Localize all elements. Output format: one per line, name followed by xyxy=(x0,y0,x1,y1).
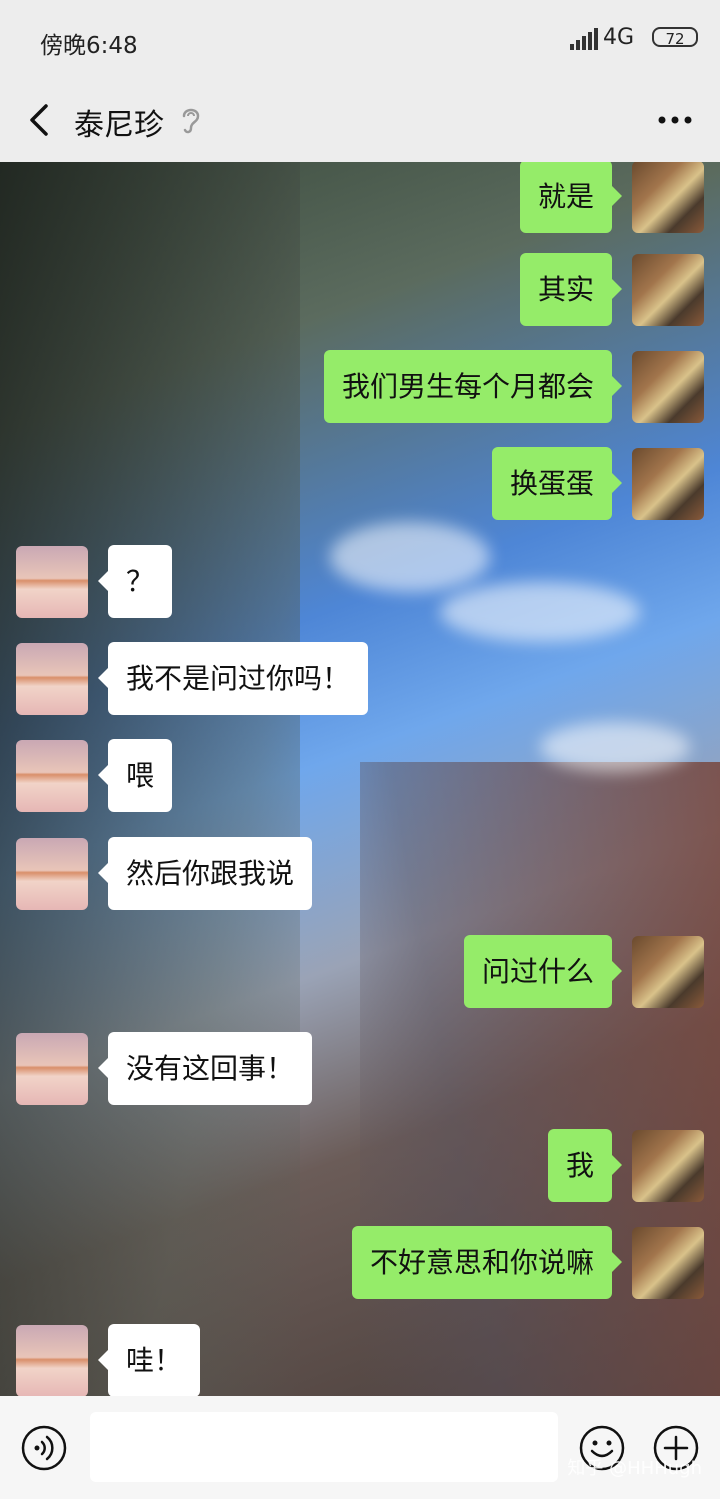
chat-background-building-right xyxy=(360,762,720,1396)
avatar[interactable] xyxy=(632,162,704,233)
chat-title: 泰尼珍 xyxy=(74,108,164,143)
message-bubble[interactable]: 就是 xyxy=(519,162,623,233)
message-row: 换蛋蛋 xyxy=(491,447,704,520)
message-bubble[interactable]: 问过什么 xyxy=(463,935,623,1008)
message-row: 喂 xyxy=(16,739,173,812)
message-bubble[interactable]: 我们男生每个月都会 xyxy=(323,350,623,423)
avatar[interactable] xyxy=(632,350,704,423)
avatar[interactable] xyxy=(632,1129,704,1202)
avatar[interactable] xyxy=(632,1226,704,1299)
more-options-icon[interactable] xyxy=(650,100,700,140)
avatar[interactable] xyxy=(632,447,704,520)
message-bubble[interactable]: 我不是问过你吗！ xyxy=(97,642,369,715)
message-row: 没有这回事！ xyxy=(16,1032,313,1105)
status-bar: 傍晚6:48 4G 72 xyxy=(0,0,720,80)
message-row: 然后你跟我说 xyxy=(16,837,313,910)
avatar[interactable] xyxy=(16,1032,88,1105)
message-bubble[interactable]: 哇！ xyxy=(97,1324,201,1396)
message-bubble[interactable]: ？ xyxy=(97,545,173,618)
watermark: 知乎 @HHHugh xyxy=(567,1458,702,1479)
message-row: 哇！ xyxy=(16,1324,201,1396)
avatar[interactable] xyxy=(16,545,88,618)
status-time: 傍晚6:48 xyxy=(40,33,138,59)
network-type: 4G xyxy=(602,25,634,50)
message-row: 就是 xyxy=(519,162,704,233)
chat-header: 泰尼珍 xyxy=(0,80,720,162)
ear-icon xyxy=(182,108,200,134)
message-bubble[interactable]: 我 xyxy=(547,1129,623,1202)
cloud xyxy=(440,582,640,642)
message-row: 问过什么 xyxy=(463,935,704,1008)
message-row: 我不是问过你吗！ xyxy=(16,642,369,715)
message-bubble[interactable]: 不好意思和你说嘛 xyxy=(351,1226,623,1299)
avatar[interactable] xyxy=(16,1324,88,1396)
battery-icon: 72 xyxy=(652,27,698,48)
message-bubble[interactable]: 换蛋蛋 xyxy=(491,447,623,520)
battery-level: 72 xyxy=(665,30,685,48)
message-row: 其实 xyxy=(519,253,704,326)
message-bubble[interactable]: 其实 xyxy=(519,253,623,326)
back-arrow-icon[interactable] xyxy=(20,98,60,142)
message-row: 我们男生每个月都会 xyxy=(323,350,704,423)
message-row: ？ xyxy=(16,545,173,618)
avatar[interactable] xyxy=(16,837,88,910)
message-row: 不好意思和你说嘛 xyxy=(351,1226,704,1299)
chat-area[interactable]: 就是 其实 我们男生每个月都会 换蛋蛋 ？ 我不是问过你吗！ 喂 然后你跟我说 … xyxy=(0,162,720,1396)
cloud xyxy=(540,722,690,772)
signal-icon xyxy=(570,28,598,50)
input-bar: 知乎 @HHHugh xyxy=(0,1396,720,1499)
avatar[interactable] xyxy=(16,739,88,812)
voice-input-icon[interactable] xyxy=(20,1424,68,1472)
avatar[interactable] xyxy=(16,642,88,715)
message-bubble[interactable]: 然后你跟我说 xyxy=(97,837,313,910)
cloud xyxy=(330,522,490,592)
message-row: 我 xyxy=(547,1129,704,1202)
avatar[interactable] xyxy=(632,253,704,326)
message-bubble[interactable]: 没有这回事！ xyxy=(97,1032,313,1105)
message-bubble[interactable]: 喂 xyxy=(97,739,173,812)
avatar[interactable] xyxy=(632,935,704,1008)
message-input[interactable] xyxy=(90,1412,558,1482)
